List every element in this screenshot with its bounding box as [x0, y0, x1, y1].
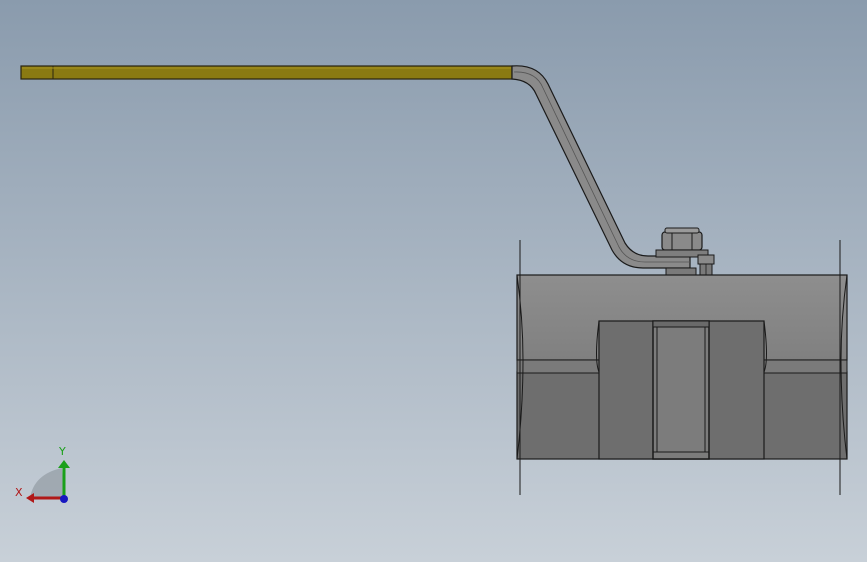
- triad-y-label: Y: [58, 445, 66, 458]
- triad-x-label: X: [15, 486, 23, 499]
- valve-body[interactable]: [516, 274, 848, 460]
- viewport-canvas[interactable]: Y X: [0, 0, 867, 562]
- cad-viewport[interactable]: Y X: [0, 0, 867, 562]
- stem-nut[interactable]: [655, 227, 709, 258]
- center-slot: [652, 320, 710, 460]
- triad-z-axis-icon: [60, 495, 68, 503]
- stop-pin: [697, 254, 715, 277]
